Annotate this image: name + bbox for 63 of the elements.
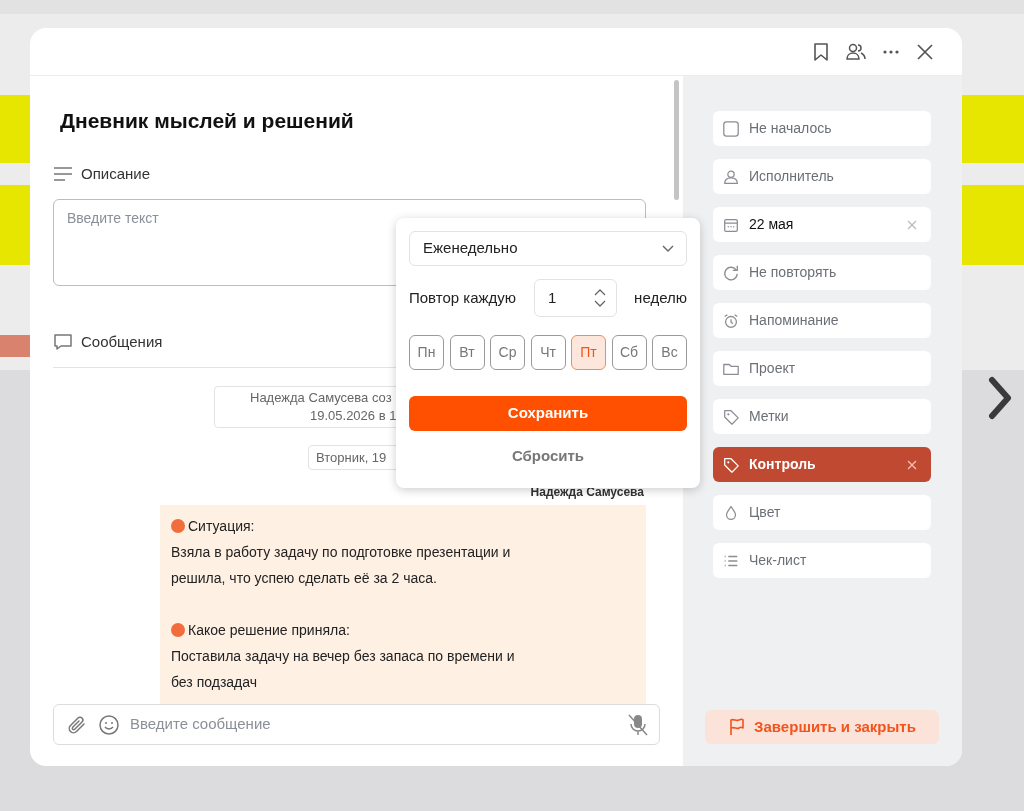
item-label: Не повторять: [749, 263, 838, 282]
repeat-icon: [722, 263, 740, 282]
sidebar-item[interactable]: 22 мая: [713, 207, 931, 242]
users-icon[interactable]: [846, 42, 866, 61]
message-text: Поставила задачу на вечер без запаса по времени и: [171, 647, 516, 666]
item-label: Напоминание: [749, 311, 840, 330]
scrollbar[interactable]: [674, 80, 679, 200]
message-heading: Какое решение приняла:: [188, 621, 350, 640]
chevron-down-icon: [662, 244, 674, 253]
item-label: Исполнитель: [749, 167, 835, 186]
repeat-label: Повтор каждую: [409, 287, 517, 308]
day-toggle[interactable]: Сб: [611, 335, 647, 370]
item-label: 22 мая: [749, 215, 795, 234]
frequency-select[interactable]: Еженедельно: [409, 231, 687, 266]
sidebar-item[interactable]: Исполнитель: [713, 159, 931, 194]
item-label: Не началось: [749, 119, 833, 138]
day-toggle[interactable]: Вт: [449, 335, 485, 370]
message-field[interactable]: Введите сообщение: [53, 704, 660, 745]
day-toggle[interactable]: Ср: [490, 335, 525, 370]
tag-icon: [722, 455, 740, 474]
bookmark-icon[interactable]: [812, 41, 830, 62]
spinner-arrows-icon[interactable]: [594, 288, 607, 308]
tag-icon: [722, 407, 740, 426]
item-label: Цвет: [749, 503, 782, 522]
clear-icon[interactable]: [907, 459, 917, 470]
sidebar-item[interactable]: Не началось: [713, 111, 931, 146]
sidebar-item[interactable]: Чек-лист: [713, 543, 931, 578]
message-input[interactable]: Введите сообщение: [130, 713, 617, 736]
mic-off-icon[interactable]: [627, 712, 649, 737]
day-toggle[interactable]: Пт: [571, 335, 606, 370]
sidebar-item[interactable]: Метки: [713, 399, 931, 434]
item-label: Чек-лист: [749, 551, 808, 570]
item-label: Контроль: [749, 455, 817, 474]
message-heading: Ситуация:: [188, 517, 255, 536]
note-text: Надежда Самусева соз: [249, 388, 393, 407]
sidebar-item[interactable]: Не повторять: [713, 255, 931, 290]
day-toggle[interactable]: Чт: [530, 335, 566, 370]
flag-icon: [728, 718, 747, 736]
sidebar-item[interactable]: Напоминание: [713, 303, 931, 338]
section-label: Сообщения: [81, 332, 163, 352]
sidebar-item[interactable]: Проект: [713, 351, 931, 386]
item-label: Метки: [749, 407, 790, 426]
day-toggle[interactable]: Пн: [409, 335, 444, 370]
item-label: Проект: [749, 359, 797, 378]
checkbox-icon: [722, 119, 740, 138]
save-button[interactable]: Сохранить: [409, 396, 687, 431]
finish-button[interactable]: Завершить и закрыть: [705, 710, 939, 744]
message-text: без подзадач: [171, 673, 259, 692]
sidebar-item[interactable]: Цвет: [713, 495, 931, 530]
day-toggle[interactable]: Вс: [652, 335, 687, 370]
message-text: Взяла в работу задачу по подготовке презентации и: [171, 543, 512, 562]
comment-icon: [53, 333, 73, 352]
message-text: решила, что успею сделать её за 2 часа.: [171, 569, 438, 588]
lines-icon: [53, 165, 73, 182]
author-name: Надежда Самусева: [530, 484, 644, 501]
close-icon[interactable]: [916, 42, 934, 61]
interval-spinner[interactable]: 1: [534, 279, 618, 317]
smiley-icon[interactable]: [98, 713, 120, 736]
task-title: Дневник мыслей и решений: [59, 108, 355, 134]
section-label: Описание: [81, 163, 151, 184]
more-icon[interactable]: [882, 48, 900, 55]
unit-label: неделю: [634, 287, 687, 308]
sidebar-item[interactable]: Контроль: [713, 447, 931, 482]
